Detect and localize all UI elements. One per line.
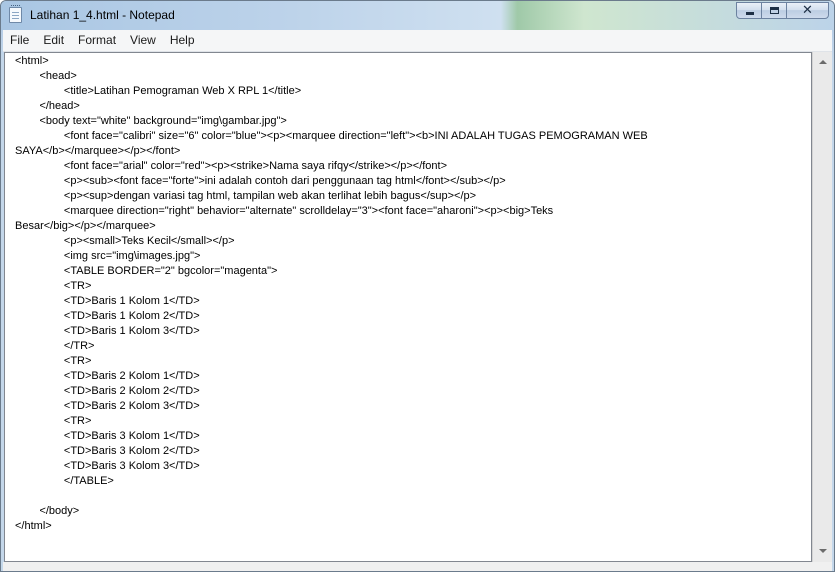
code-line: <body text="white" background="img\gamba… bbox=[15, 115, 287, 127]
code-line: <p><sup>dengan variasi tag html, tampila… bbox=[15, 190, 477, 202]
code-line: <TABLE BORDER="2" bgcolor="magenta"> bbox=[15, 265, 278, 277]
code-line: SAYA</b></marquee></p></font> bbox=[15, 145, 181, 157]
close-button[interactable]: ✕ bbox=[786, 2, 829, 19]
text-editor[interactable]: <html> <head> <title>Latihan Pemograman … bbox=[4, 52, 812, 562]
editor-content[interactable]: <html> <head> <title>Latihan Pemograman … bbox=[5, 53, 811, 534]
code-line: </head> bbox=[15, 100, 80, 112]
code-line: <font face="arial" color="red"><p><strik… bbox=[15, 160, 448, 172]
window-title: Latihan 1_4.html - Notepad bbox=[30, 8, 175, 22]
code-line: <p><small>Teks Kecil</small></p> bbox=[15, 235, 235, 247]
code-line: </TR> bbox=[15, 340, 95, 352]
code-line: Besar</big></p></marquee> bbox=[15, 220, 156, 232]
bottom-frame bbox=[3, 562, 832, 571]
maximize-icon bbox=[770, 7, 779, 14]
menu-view[interactable]: View bbox=[123, 31, 163, 50]
scroll-down-arrow-icon[interactable] bbox=[813, 543, 832, 560]
notepad-window: Latihan 1_4.html - Notepad ✕ File Edit F… bbox=[0, 0, 835, 572]
code-line: <html> bbox=[15, 55, 49, 67]
menu-help[interactable]: Help bbox=[163, 31, 202, 50]
code-line: <TD>Baris 1 Kolom 1</TD> bbox=[15, 295, 200, 307]
code-line: <TR> bbox=[15, 415, 92, 427]
code-line: </TABLE> bbox=[15, 475, 114, 487]
code-line: <TD>Baris 3 Kolom 3</TD> bbox=[15, 460, 200, 472]
code-line: <TD>Baris 3 Kolom 1</TD> bbox=[15, 430, 200, 442]
code-line: <TD>Baris 2 Kolom 3</TD> bbox=[15, 400, 200, 412]
code-line: <TD>Baris 3 Kolom 2</TD> bbox=[15, 445, 200, 457]
caption-buttons: ✕ bbox=[736, 2, 829, 21]
code-line: <head> bbox=[15, 70, 77, 82]
code-line: <TR> bbox=[15, 280, 92, 292]
close-icon: ✕ bbox=[802, 3, 813, 18]
minimize-button[interactable] bbox=[736, 2, 762, 19]
code-line: <font face="calibri" size="6" color="blu… bbox=[15, 130, 648, 142]
code-line: <TR> bbox=[15, 355, 92, 367]
scroll-up-arrow-icon[interactable] bbox=[813, 54, 832, 71]
vertical-scrollbar[interactable] bbox=[812, 52, 832, 562]
menu-file[interactable]: File bbox=[3, 31, 36, 50]
code-line: </body> bbox=[15, 505, 80, 517]
code-line: <marquee direction="right" behavior="alt… bbox=[15, 205, 554, 217]
menu-edit[interactable]: Edit bbox=[36, 31, 71, 50]
code-line: <img src="img\images.jpg"> bbox=[15, 250, 201, 262]
maximize-button[interactable] bbox=[761, 2, 787, 19]
code-line: </html> bbox=[15, 520, 52, 532]
code-line: <title>Latihan Pemograman Web X RPL 1</t… bbox=[15, 85, 302, 97]
code-line: <TD>Baris 1 Kolom 2</TD> bbox=[15, 310, 200, 322]
code-line: <TD>Baris 2 Kolom 2</TD> bbox=[15, 385, 200, 397]
notepad-icon[interactable] bbox=[9, 5, 22, 23]
code-line: <TD>Baris 1 Kolom 3</TD> bbox=[15, 325, 200, 337]
menu-bar: File Edit Format View Help bbox=[3, 30, 832, 52]
title-bar[interactable]: Latihan 1_4.html - Notepad ✕ bbox=[1, 1, 834, 30]
minimize-icon bbox=[746, 12, 754, 15]
code-line: <TD>Baris 2 Kolom 1</TD> bbox=[15, 370, 200, 382]
code-line: <p><sub><font face="forte">ini adalah co… bbox=[15, 175, 506, 187]
menu-format[interactable]: Format bbox=[71, 31, 123, 50]
